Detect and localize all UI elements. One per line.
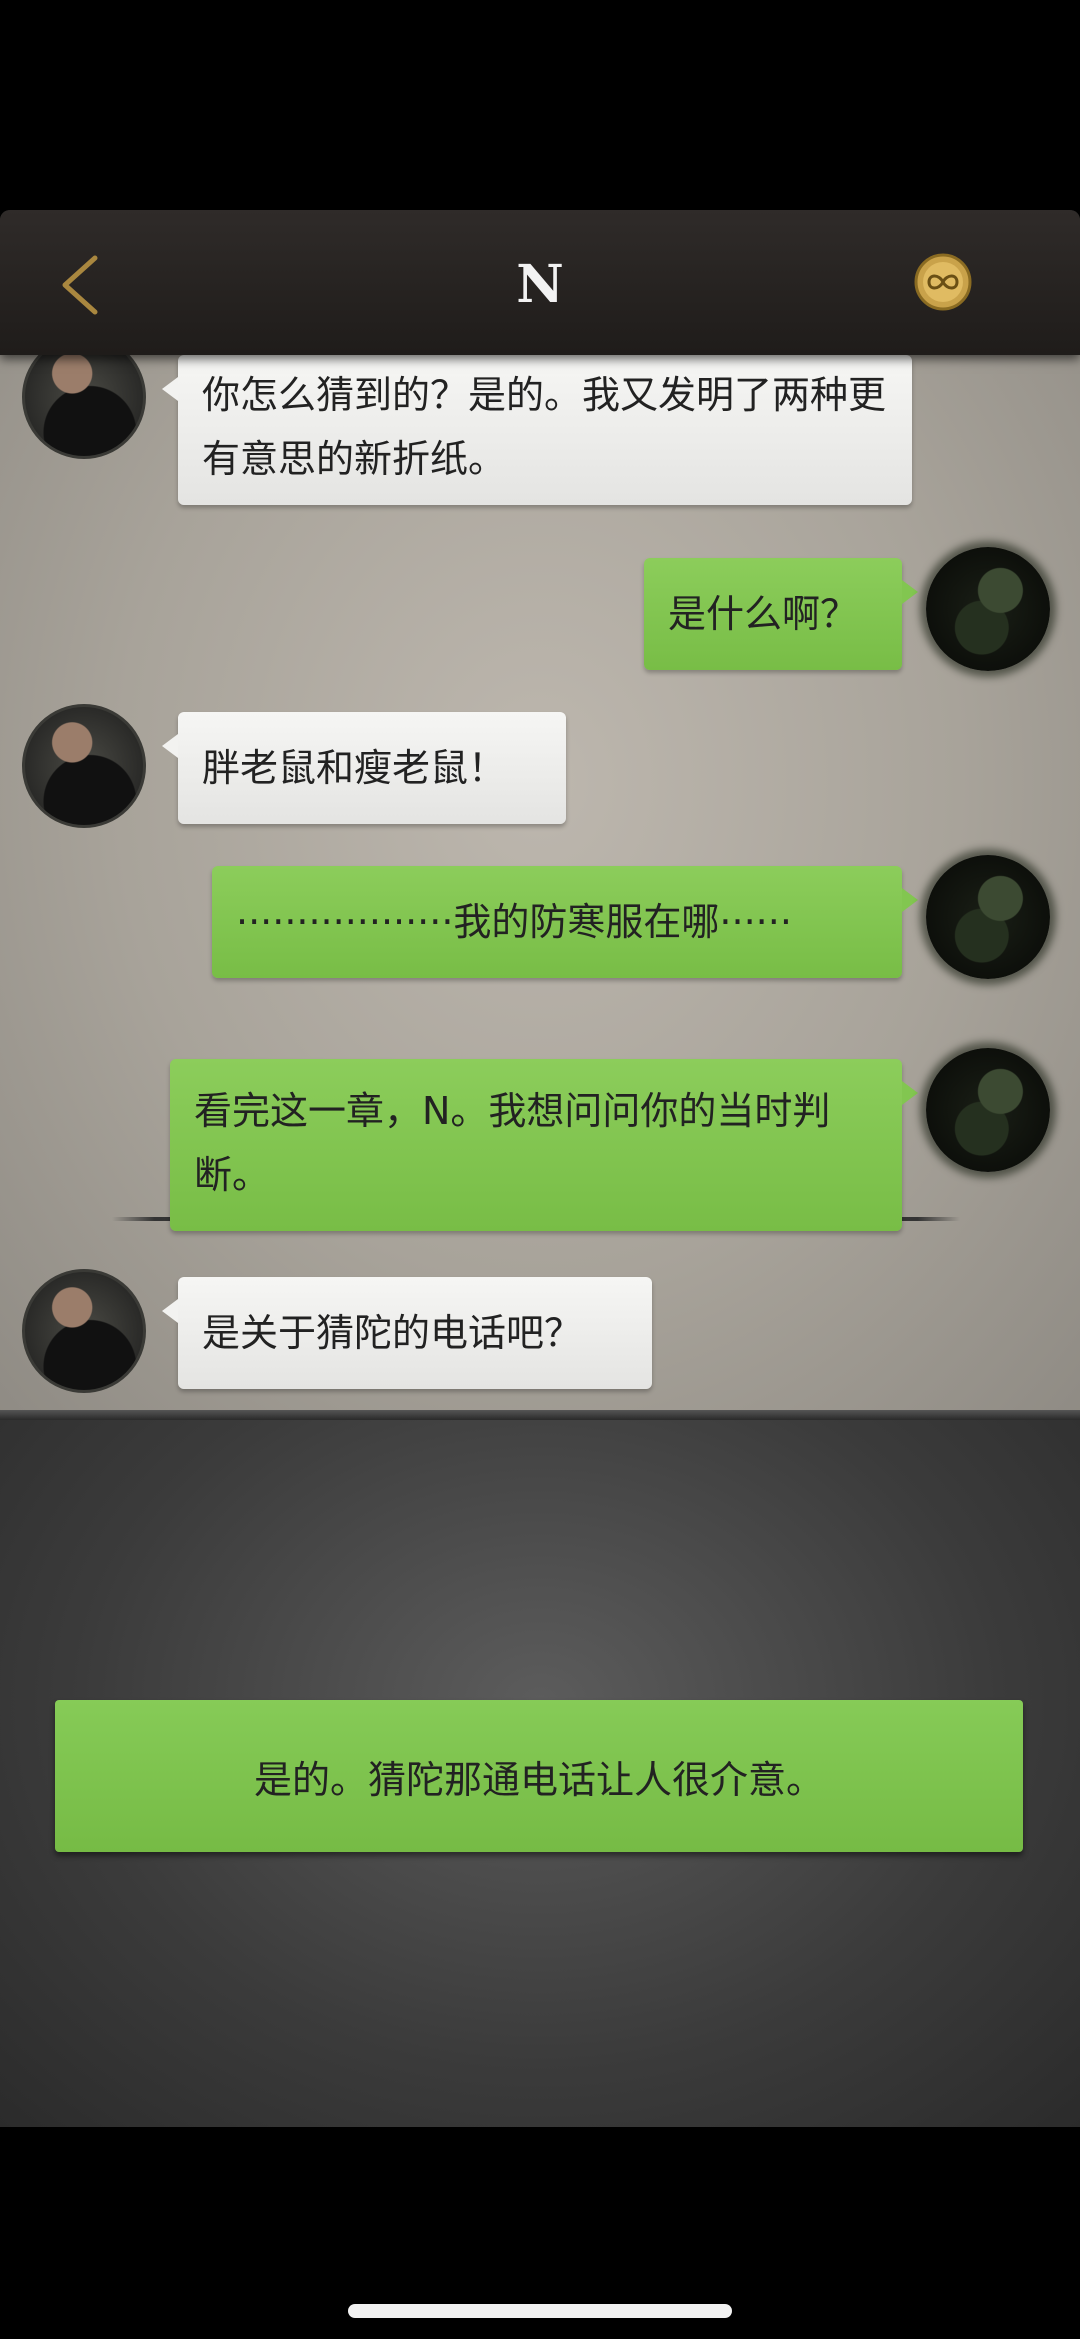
message-bubble: 你怎么猜到的？是的。我又发明了两种更有意思的新折纸。 [162,355,912,505]
player-avatar[interactable] [926,855,1050,979]
message-bubble: 胖老鼠和瘦老鼠！ [162,712,566,824]
medal-button[interactable] [913,252,973,312]
message-text: 是关于猜陀的电话吧？ [202,1311,583,1355]
npc-avatar[interactable] [22,1269,146,1393]
message-bubble: 是什么啊？ [644,558,918,670]
infinity-medal-icon [914,253,972,311]
npc-avatar[interactable] [22,704,146,828]
message-list[interactable]: 你怎么猜到的？是的。我又发明了两种更有意思的新折纸。 是什么啊？ 胖老鼠和瘦老鼠… [0,355,1080,1420]
chat-screen: N 你怎么猜到的？是的。我又发明了两种更有意思的新折纸。 是什么啊？ 胖老鼠和瘦… [0,210,1080,2127]
reply-options: 是的。猜陀那通电话让人很介意。 [0,1420,1080,2127]
message-bubble: 看完这一章，N。我想问问你的当时判断。 [170,1059,918,1231]
message-text: 你怎么猜到的？是的。我又发明了两种更有意思的新折纸。 [202,373,887,481]
player-avatar[interactable] [926,547,1050,671]
message-text: 胖老鼠和瘦老鼠！ [202,746,507,790]
home-indicator[interactable] [348,2304,732,2318]
reply-option-button[interactable]: 是的。猜陀那通电话让人很介意。 [55,1700,1023,1852]
top-bar: N [0,210,1080,355]
message-text: 看完这一章，N。我想问问你的当时判断。 [194,1089,831,1197]
npc-avatar[interactable] [22,355,146,459]
message-text: ··················我的防寒服在哪······ [236,900,792,944]
message-text: 是什么啊？ [668,592,859,636]
message-bubble: 是关于猜陀的电话吧？ [162,1277,652,1389]
message-bubble: ··················我的防寒服在哪······ [212,866,918,978]
player-avatar[interactable] [926,1048,1050,1172]
